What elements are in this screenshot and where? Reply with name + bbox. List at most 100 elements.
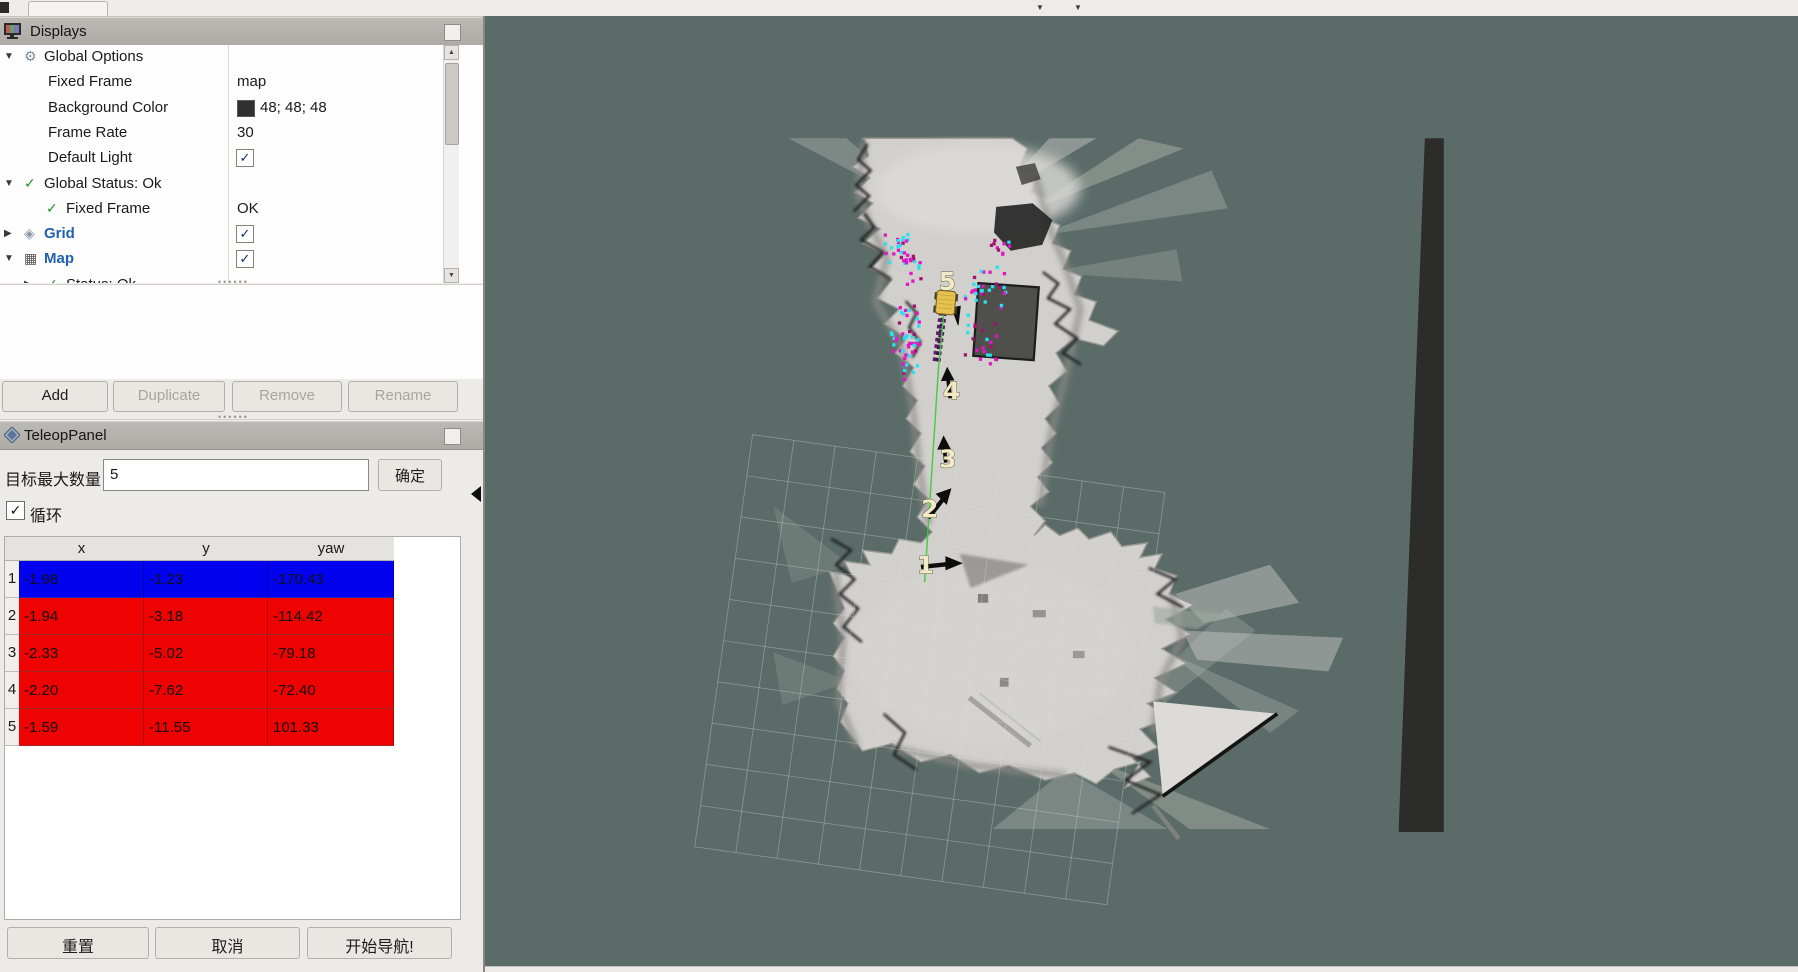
enabled-checkbox[interactable]: ✓ [236, 225, 254, 243]
scroll-down-icon[interactable]: ▼ [444, 268, 459, 283]
displays-panel-header[interactable]: Displays [0, 17, 483, 46]
table-cell-y[interactable]: -1.23 [144, 561, 268, 598]
costmap-dot [916, 317, 919, 320]
tree-row-label: Fixed Frame [48, 73, 132, 90]
tree-row-value[interactable]: OK [237, 200, 259, 217]
tree-row-frame-rate[interactable]: Frame Rate 30 [0, 121, 483, 146]
chevron-right-icon[interactable]: ▶ [4, 228, 12, 239]
table-row-number[interactable]: 3 [5, 635, 20, 672]
chevron-down-icon[interactable]: ▼ [4, 178, 14, 189]
table-header-y[interactable]: y [144, 537, 268, 561]
rename-button[interactable]: Rename [348, 381, 458, 412]
tree-row-value[interactable]: 30 [237, 124, 254, 141]
tree-row-fixed-frame[interactable]: Fixed Frame map [0, 70, 483, 95]
table-cell-yaw[interactable]: -79.18 [268, 635, 394, 672]
panel-viewport-divider[interactable] [483, 16, 485, 972]
table-cell-y[interactable]: -5.02 [144, 635, 268, 672]
tree-row-default-light[interactable]: Default Light✓ [0, 146, 483, 171]
panel-collapse-icon[interactable] [471, 486, 481, 502]
enabled-checkbox[interactable]: ✓ [236, 250, 254, 268]
tree-row-global-options[interactable]: ▼⚙Global Options [0, 45, 483, 70]
displays-tree[interactable]: ▼⚙Global OptionsFixed FramemapBackground… [0, 45, 483, 283]
dropdown-arrow-icon[interactable]: ▼ [1074, 3, 1082, 12]
costmap-dot [901, 362, 904, 365]
tree-row-fixed-frame[interactable]: ✓Fixed FrameOK [0, 197, 483, 222]
tree-row-global-status-ok[interactable]: ▼✓Global Status: Ok [0, 172, 483, 197]
color-swatch[interactable] [237, 100, 255, 117]
table-cell-yaw[interactable]: -72.40 [268, 672, 394, 709]
costmap-dot [901, 332, 904, 335]
table-cell-x[interactable]: -2.33 [19, 635, 144, 672]
reset-button[interactable]: 重置 [7, 927, 149, 959]
table-cell-x[interactable]: -1.94 [19, 598, 144, 635]
dropdown-arrow-icon[interactable]: ▼ [1036, 3, 1044, 12]
tree-row-map[interactable]: ▼▦Map✓ [0, 247, 483, 272]
start-navigation-button[interactable]: 开始导航! [307, 927, 452, 959]
table-cell-y[interactable]: -11.55 [144, 709, 268, 746]
remove-button[interactable]: Remove [232, 381, 342, 412]
tree-row-label: Status: Ok [66, 276, 136, 283]
table-cell-yaw[interactable]: -170.43 [268, 561, 394, 598]
splitter-handle[interactable]: •••••• [218, 281, 238, 284]
confirm-button[interactable]: 确定 [378, 459, 442, 491]
costmap-dot [911, 350, 914, 353]
tree-row-value[interactable]: 48; 48; 48 [260, 99, 327, 116]
costmap-dot [890, 246, 893, 249]
gear-icon: ⚙ [24, 48, 37, 65]
chevron-down-icon[interactable]: ▼ [4, 253, 14, 264]
costmap-dot [917, 325, 920, 328]
scroll-up-icon[interactable]: ▲ [444, 45, 459, 60]
viewport-dark-edge [1399, 138, 1444, 832]
tree-row-label: Frame Rate [48, 124, 127, 141]
max-goal-input[interactable]: 5 [103, 459, 369, 491]
table-cell-y[interactable]: -7.62 [144, 672, 268, 709]
table-header-yaw[interactable]: yaw [268, 537, 394, 561]
add-button[interactable]: Add [2, 381, 108, 412]
costmap-dot [979, 358, 982, 361]
loop-checkbox[interactable]: ✓ [6, 501, 25, 520]
waypoint-label-2: 2 [921, 494, 938, 523]
costmap-dot [989, 362, 992, 365]
table-header-x[interactable]: x [19, 537, 144, 561]
table-row-number[interactable]: 5 [5, 709, 20, 746]
panel-float-button[interactable] [444, 428, 461, 445]
costmap-dot [905, 261, 908, 264]
tree-scrollbar[interactable]: ▲ ▼ [443, 45, 459, 283]
costmap-dot [902, 259, 905, 262]
3d-viewport[interactable]: 12345 [485, 16, 1798, 966]
cancel-button[interactable]: 取消 [155, 927, 300, 959]
table-cell-x[interactable]: -1.98 [19, 561, 144, 598]
costmap-dot [909, 259, 912, 262]
table-cell-y[interactable]: -3.18 [144, 598, 268, 635]
costmap-dot [1008, 245, 1011, 248]
tree-row-background-color[interactable]: Background Color48; 48; 48 [0, 96, 483, 121]
duplicate-button[interactable]: Duplicate [113, 381, 225, 412]
costmap-dot [903, 378, 906, 381]
chevron-down-icon[interactable]: ▼ [4, 51, 14, 62]
waypoint-table[interactable]: xyyaw 1-1.98-1.23-170.43 2-1.94-3.18-114.4… [4, 536, 461, 920]
toolbar-tab[interactable] [28, 1, 108, 16]
table-row-number[interactable]: 1 [5, 561, 20, 598]
table-cell-x[interactable]: -2.20 [19, 672, 144, 709]
teleop-panel-header[interactable]: TeleopPanel [0, 421, 483, 450]
costmap-dot [903, 251, 906, 254]
tree-row-value[interactable]: map [237, 73, 266, 90]
costmap-dot [906, 283, 909, 286]
splitter-handle[interactable]: •••••• [218, 416, 238, 419]
tree-row-grid[interactable]: ▶◈Grid✓ [0, 222, 483, 247]
costmap-dot [897, 249, 900, 252]
table-row-number[interactable]: 2 [5, 598, 20, 635]
table-cell-yaw[interactable]: 101.33 [268, 709, 394, 746]
chevron-right-icon[interactable]: ▶ [24, 279, 32, 283]
panel-float-button[interactable] [444, 24, 461, 41]
costmap-dot [996, 266, 999, 269]
enabled-checkbox[interactable]: ✓ [236, 149, 254, 167]
check-icon: ✓ [46, 276, 58, 283]
scrollbar-thumb[interactable] [445, 63, 459, 145]
max-goal-label: 目标最大数量 [5, 466, 101, 490]
costmap-dot [907, 309, 910, 312]
table-cell-x[interactable]: -1.59 [19, 709, 144, 746]
displays-panel-title: Displays [30, 23, 87, 40]
table-cell-yaw[interactable]: -114.42 [268, 598, 394, 635]
table-row-number[interactable]: 4 [5, 672, 20, 709]
